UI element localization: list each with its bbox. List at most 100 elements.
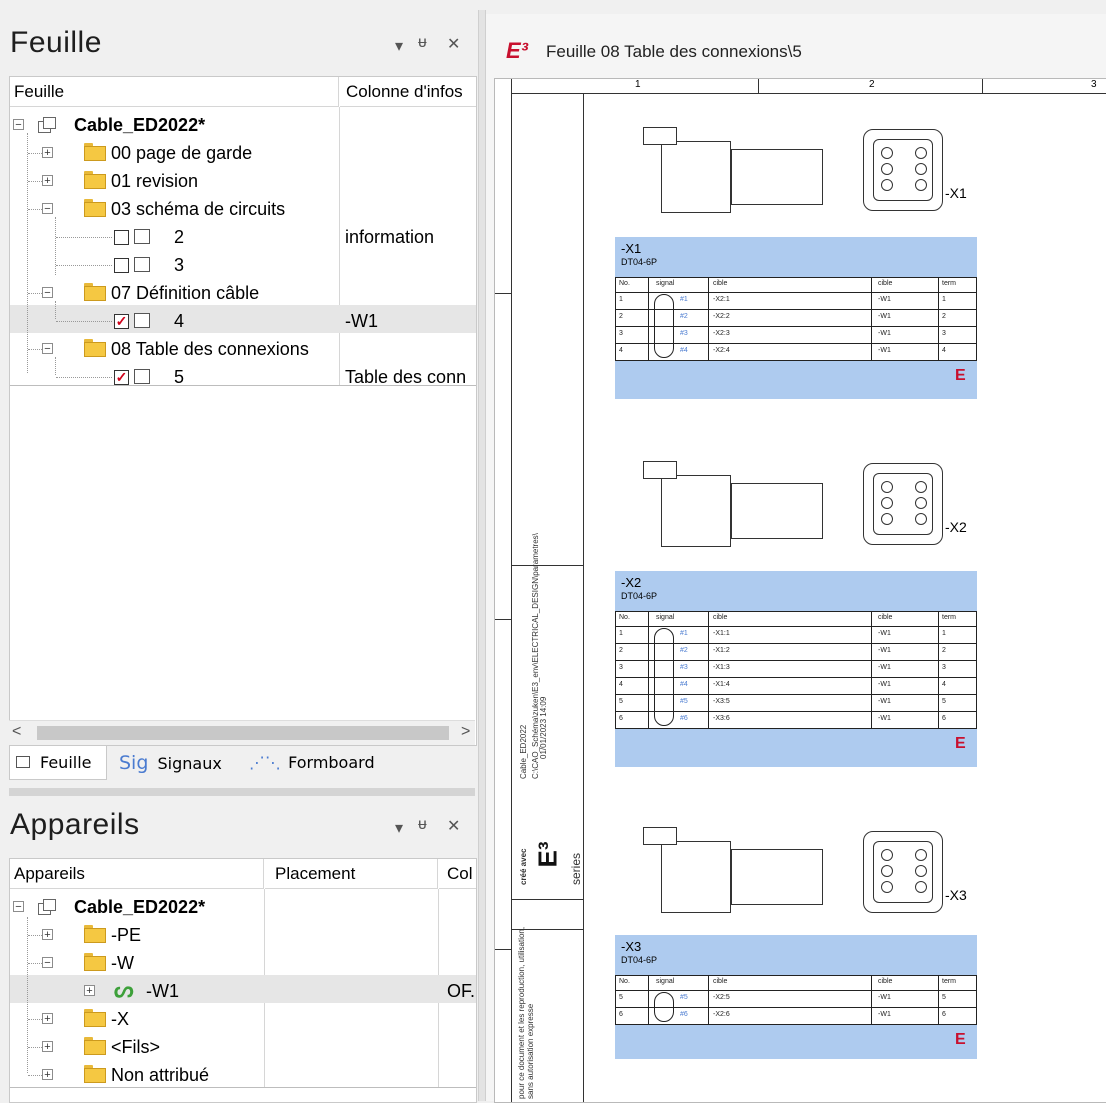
pin-icon[interactable]: ᵾ — [418, 816, 427, 834]
devices-tree[interactable]: Appareils Placement Col − Cable_ED2022* … — [9, 858, 477, 1103]
table-cell: 6 — [942, 715, 946, 722]
sheet-checkbox-checked[interactable]: ✓ — [114, 370, 129, 385]
selected-row — [10, 305, 476, 333]
table-cell: -W1 — [878, 296, 891, 303]
formboard-icon: ⋰⋱ — [249, 753, 281, 772]
drawing-canvas[interactable]: 1 2 3 Cable_ED2022 C:\CAO_Schéma\zuken\E… — [494, 78, 1106, 1103]
connector-label: -X3 — [945, 887, 967, 903]
table-cell: -X1:4 — [713, 681, 730, 688]
connector-side-view — [661, 475, 731, 547]
table-cell: #5 — [680, 698, 688, 705]
side-brand-created: créé avec — [519, 848, 528, 885]
table-cell: 6 — [619, 1011, 623, 1018]
pin-icon[interactable]: ᵾ — [418, 34, 427, 52]
page-icon — [134, 369, 150, 384]
table-cell: 3 — [619, 330, 623, 337]
table-cell: -W1 — [878, 330, 891, 337]
sheet-checkbox-checked[interactable]: ✓ — [114, 314, 129, 329]
table-cell: 4 — [619, 347, 623, 354]
table-cell: 1 — [619, 296, 623, 303]
folder-icon — [84, 1037, 106, 1055]
folder-icon — [84, 1065, 106, 1083]
table-cell: #5 — [680, 994, 688, 1001]
table-cell: -X2:4 — [713, 347, 730, 354]
table-cell: #6 — [680, 1011, 688, 1018]
folder-icon — [84, 1009, 106, 1027]
panel-splitter[interactable] — [478, 10, 486, 1101]
folder-icon — [84, 143, 106, 161]
connector-label: -X1 — [945, 185, 967, 201]
table-cell: 5 — [942, 698, 946, 705]
signal-icon: Sig — [119, 752, 149, 774]
sheet-panel-title: Feuille — [10, 26, 102, 59]
table-cell: 4 — [619, 681, 623, 688]
table-cell: -W1 — [878, 664, 891, 671]
side-timestamp: 01/01/2023 14:09 — [539, 696, 548, 759]
folder-icon — [84, 339, 106, 357]
connector-side-view — [661, 841, 731, 913]
table-cell: 3 — [942, 330, 946, 337]
folder-icon — [84, 953, 106, 971]
table-cell: 5 — [619, 698, 623, 705]
tab-signaux[interactable]: Sig Signaux — [119, 746, 222, 780]
connector-side-view — [661, 141, 731, 213]
table-row — [616, 643, 976, 661]
table-cell: 5 — [619, 994, 623, 1001]
page-icon — [134, 229, 150, 244]
close-icon[interactable]: ✕ — [447, 34, 460, 54]
close-icon[interactable]: ✕ — [447, 816, 460, 836]
table-cell: 4 — [942, 347, 946, 354]
table-cell: -X1:2 — [713, 647, 730, 654]
table-cell: -W1 — [878, 647, 891, 654]
col-header-info[interactable]: Colonne d'infos — [340, 77, 476, 107]
col-header-placement[interactable]: Placement — [265, 859, 438, 889]
folder-icon — [84, 171, 106, 189]
table-cell: -X1:3 — [713, 664, 730, 671]
devices-panel-title: Appareils — [10, 808, 140, 841]
col-header-sheet[interactable]: Feuille — [10, 77, 339, 107]
sheet-tree[interactable]: Feuille Colonne d'infos − Cable_ED2022* … — [9, 76, 477, 746]
sheet-checkbox[interactable] — [114, 230, 129, 245]
dropdown-icon[interactable]: ▾ — [395, 36, 403, 56]
page-icon — [134, 313, 150, 328]
table-row — [616, 990, 976, 1008]
scroll-left-arrow[interactable]: < — [12, 723, 21, 741]
table-cell: -X1:1 — [713, 630, 730, 637]
table-cell: 3 — [942, 664, 946, 671]
table-cell: -X2:3 — [713, 330, 730, 337]
sheet-icon — [16, 756, 30, 768]
sheet-h-scrollbar[interactable]: < > — [9, 720, 475, 745]
table-cell: #4 — [680, 347, 688, 354]
column-number: 2 — [869, 79, 875, 90]
table-cell: -W1 — [878, 313, 891, 320]
tree-root-label: Cable_ED2022* — [74, 115, 206, 135]
table-cell: #1 — [680, 296, 688, 303]
table-cell: #4 — [680, 681, 688, 688]
col-header-col[interactable]: Col — [439, 859, 476, 889]
table-cell: -X2:6 — [713, 1011, 730, 1018]
table-row — [616, 677, 976, 695]
dropdown-icon[interactable]: ▾ — [395, 818, 403, 838]
table-row — [616, 326, 976, 344]
column-number: 1 — [635, 79, 641, 90]
scroll-thumb[interactable] — [37, 726, 449, 740]
table-cell: -X3:5 — [713, 698, 730, 705]
table-cell: #6 — [680, 715, 688, 722]
scroll-right-arrow[interactable]: > — [461, 723, 470, 741]
e3-mini-logo-icon: E — [955, 1031, 966, 1048]
table-cell: -X3:6 — [713, 715, 730, 722]
side-brand-series: series — [569, 852, 583, 885]
col-header-devices[interactable]: Appareils — [10, 859, 264, 889]
folder-icon — [84, 925, 106, 943]
table-cell: -W1 — [878, 698, 891, 705]
table-cell: 1 — [942, 630, 946, 637]
side-project-name: Cable_ED2022 — [519, 724, 528, 779]
drawing-window: E³ Feuille 08 Table des connexions\5 1 2… — [486, 14, 1106, 1103]
table-cell: -W1 — [878, 715, 891, 722]
tab-formboard[interactable]: ⋰⋱ Formboard — [249, 746, 375, 780]
table-row — [616, 292, 976, 310]
sheet-checkbox[interactable] — [114, 258, 129, 273]
tab-feuille[interactable]: Feuille — [9, 746, 107, 780]
table-cell: -W1 — [878, 994, 891, 1001]
table-cell: #3 — [680, 664, 688, 671]
